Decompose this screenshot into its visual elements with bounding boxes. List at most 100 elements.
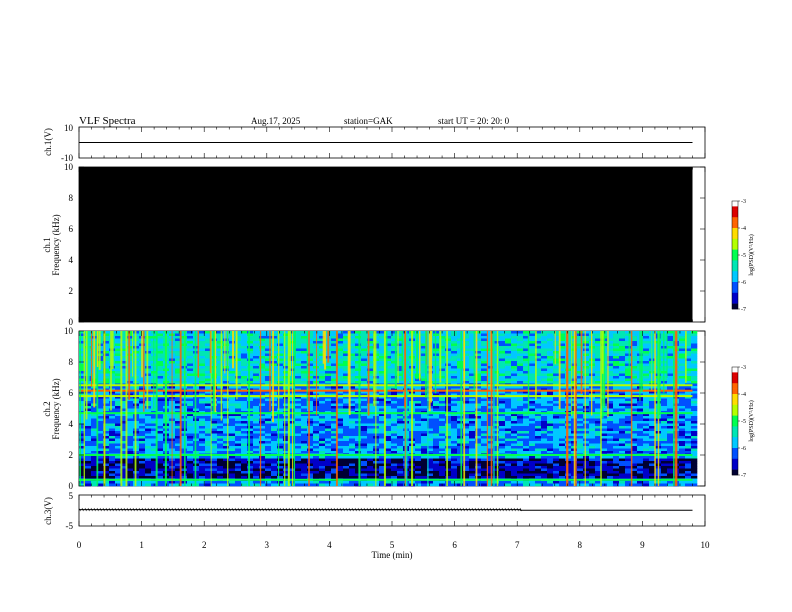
ch2-spectrogram-cell: [583, 418, 590, 422]
ch2-spectrogram-cell: [583, 428, 590, 432]
ch2-spectrogram-cell: [583, 373, 590, 377]
ch2-spectrogram-cell: [199, 376, 206, 379]
ch2-spectrogram-cell: [523, 418, 530, 422]
ch2-spectrogram-cell: [343, 418, 350, 422]
ch2-spectrogram-cell: [241, 376, 248, 379]
ch2-spectrogram-cell: [619, 418, 626, 422]
ch2-spectrogram-cell: [187, 363, 194, 367]
ch2-spectrogram-cell: [451, 426, 458, 429]
ch2-spectrogram-cell: [457, 333, 464, 337]
ch2-spectrogram-cell: [361, 331, 368, 334]
ch2-spectrogram-cell: [583, 378, 590, 382]
ch2-spectrogram-cell: [577, 401, 584, 404]
ch2-spectrogram-cell: [127, 401, 134, 404]
ch2-spectrogram-cell: [481, 346, 488, 349]
ch2-spectrogram-cell: [361, 363, 368, 367]
ch2-spectrogram-cell: [451, 443, 458, 447]
ch2-spectrogram-cell: [157, 338, 164, 342]
ch2-spectrogram-cell: [451, 398, 458, 402]
ch2-spectrogram-cell: [205, 381, 212, 384]
ch2-spectrogram-cell: [217, 333, 224, 337]
ch2-spectrogram-cell: [277, 441, 284, 444]
ch2-spectrogram-cell: [325, 428, 332, 432]
ch2-spectrogram-cell: [481, 373, 488, 377]
ch2-spectrogram-cell: [667, 436, 674, 439]
ch2-spectrogram-cell: [445, 333, 452, 337]
ch2-spectrogram-cell: [577, 341, 584, 344]
ch2-spectrogram-cell: [301, 436, 308, 439]
ch2-spectrogram-cell: [217, 363, 224, 367]
ch2-spectrogram-cell: [217, 338, 224, 342]
ch2-spectrogram-cell: [613, 373, 620, 377]
ch2-spectrogram-cell: [637, 423, 644, 427]
ch2-spectrogram-cell: [199, 336, 206, 339]
ch2-spectrogram-cell: [547, 418, 554, 422]
ch2-spectrogram-cell: [667, 338, 674, 342]
ch2-spectrogram-cell: [187, 348, 194, 352]
ch2-spectrogram-cell: [541, 353, 548, 357]
ch2-spectrogram-cell: [109, 403, 116, 407]
ch2-spectrogram-cell: [679, 373, 686, 377]
ch2-spectrogram-cell: [157, 348, 164, 352]
ch2-spectrogram-cell: [277, 428, 284, 432]
ch2-spectrogram-cell: [301, 386, 308, 389]
ch2-spectrogram-cell: [271, 338, 278, 342]
ch2-spectrogram-cell: [511, 386, 518, 389]
ch2-spectrogram-cell: [577, 373, 584, 377]
ch2-spectrogram-cell: [583, 356, 590, 359]
ch2-spectrogram-cell: [157, 361, 164, 364]
ch2-spectrogram-cell: [457, 443, 464, 447]
ch2-spectrogram-cell: [145, 423, 152, 427]
ch2-spectrogram-cell: [361, 386, 368, 389]
ch2-spectrogram-cell: [271, 376, 278, 379]
ch2-spectrogram-cell: [91, 441, 98, 444]
ch2-spectrogram-cell: [517, 441, 524, 444]
ch2-spectrogram-cell: [619, 381, 626, 384]
ch2-spectrogram-cell: [553, 338, 560, 342]
ch2-spectrogram-cell: [619, 401, 626, 404]
ch2-spectrogram-cell: [307, 341, 314, 344]
ch2-spectrogram-cell: [361, 358, 368, 362]
ch2-spectrogram-cell: [643, 343, 650, 347]
ch2-spectrogram-cell: [325, 376, 332, 379]
ch2-spectrogram-cell: [139, 433, 146, 437]
ch2-spectrogram-cell: [217, 336, 224, 339]
ch2-spectrogram-cell: [583, 336, 590, 339]
ch2-spectrogram-cell: [619, 363, 626, 367]
ch2-spectrogram-cell: [271, 356, 278, 359]
ch2-spectrogram-cell: [271, 346, 278, 349]
ch2-spectrogram-cell: [301, 423, 308, 427]
ch2-spectrogram-cell: [145, 436, 152, 439]
ch2-spectrogram-cell: [625, 331, 632, 334]
ch2-spectrogram-cell: [217, 406, 224, 409]
ch2-spectrogram-cell: [541, 433, 548, 437]
ch2-spectrogram-cell: [271, 438, 278, 442]
ch2-spectrogram-cell: [319, 436, 326, 439]
ch2-spectrogram-cell: [241, 341, 248, 344]
ch2-spectrogram-cell: [469, 406, 476, 409]
ch2-spectrogram-cell: [643, 341, 650, 344]
ch2-spectrogram-image: [79, 331, 698, 487]
ch2-spectrogram-cell: [205, 376, 212, 379]
ch2-spectrogram-cell: [157, 336, 164, 339]
ch2-spectrogram-cell: [337, 426, 344, 429]
ch2-spectrogram-cell: [277, 408, 284, 412]
ch2-spectrogram-cell: [511, 416, 518, 419]
ch2-spectrogram-cell: [469, 431, 476, 434]
ch2-spectrogram-cell: [505, 378, 512, 382]
ch2-spectrogram-cell: [187, 343, 194, 347]
ch2-spectrogram-cell: [253, 341, 260, 344]
ch2-spectrogram-cell: [319, 438, 326, 442]
ch2-spectrogram-cell: [643, 368, 650, 372]
ch2-spectrogram-cell: [643, 346, 650, 349]
ch2-spectrogram-cell: [439, 438, 446, 442]
ch2-spectrogram-cell: [325, 381, 332, 384]
ch2-spectrogram-cell: [223, 338, 230, 342]
ch2-spectrogram-cell: [499, 348, 506, 352]
ch2-spectrogram-cell: [241, 348, 248, 352]
ch2-spectrogram-cell: [199, 351, 206, 354]
ch2-spectrogram-cell: [625, 373, 632, 377]
ch2-spectrogram-cell: [553, 401, 560, 404]
ch2-spectrogram-cell: [589, 441, 596, 444]
ch2-spectrogram-cell: [637, 441, 644, 444]
